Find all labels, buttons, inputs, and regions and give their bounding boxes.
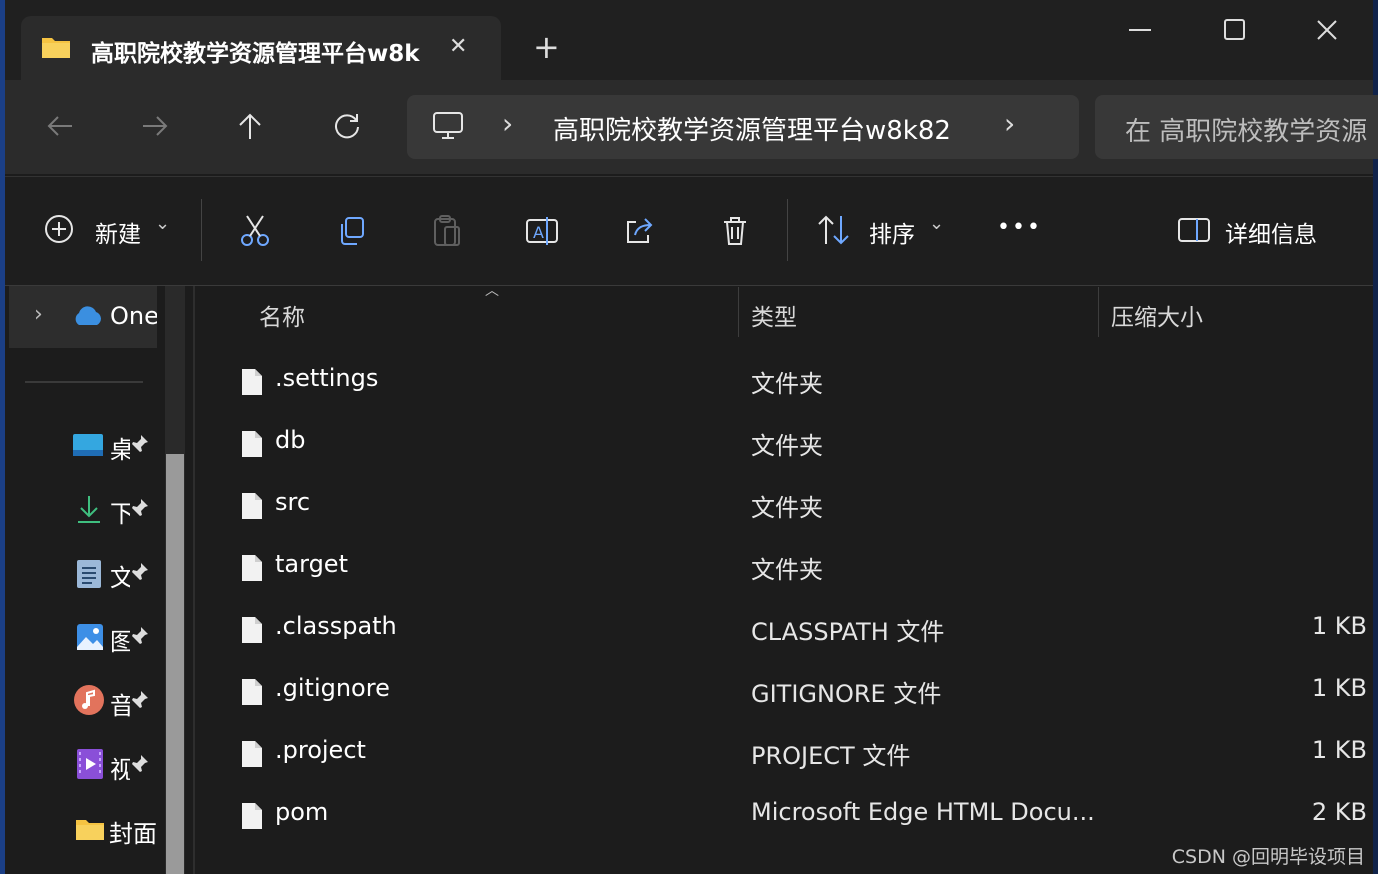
file-type: GITIGNORE 文件 [751, 680, 942, 708]
file-name: pom [275, 798, 329, 826]
tab-close-button[interactable]: ✕ [449, 34, 467, 59]
forward-arrow-icon[interactable] [135, 108, 175, 144]
more-options-button[interactable]: ••• [997, 215, 1042, 240]
file-type: 文件夹 [751, 494, 823, 522]
share-icon[interactable] [617, 211, 661, 251]
sort-indicator-icon: ︿ [485, 283, 499, 299]
file-name: src [275, 488, 311, 516]
breadcrumb-expand[interactable]: › [1004, 107, 1015, 140]
file-icon [241, 492, 263, 520]
details-pane-icon [1177, 215, 1211, 245]
column-header-size[interactable]: 压缩大小 [1111, 298, 1203, 332]
file-name: target [275, 550, 348, 578]
file-type: 文件夹 [751, 432, 823, 460]
column-header-name[interactable]: 名称 [259, 298, 305, 332]
table-row[interactable]: pom Microsoft Edge HTML Docu... 2 KB [5, 796, 1373, 840]
file-icon [241, 554, 263, 582]
up-arrow-icon[interactable] [230, 108, 270, 144]
table-row[interactable]: .classpath CLASSPATH 文件 1 KB [5, 610, 1373, 654]
file-name: .gitignore [275, 674, 390, 702]
breadcrumb-separator[interactable]: › [502, 107, 513, 140]
refresh-icon[interactable] [327, 108, 367, 144]
tab-current-folder[interactable]: 高职院校教学资源管理平台w8k ✕ [21, 16, 501, 80]
search-placeholder: 在 高职院校教学资源 [1125, 117, 1368, 147]
svg-text:A: A [533, 223, 544, 242]
navigation-bar: › 高职院校教学资源管理平台w8k82 › 在 高职院校教学资源 [5, 80, 1378, 174]
file-type: CLASSPATH 文件 [751, 618, 945, 646]
minimize-button[interactable] [1115, 10, 1165, 50]
file-name: .settings [275, 364, 379, 392]
table-row[interactable]: .settings 文件夹 [5, 362, 1373, 406]
table-row[interactable]: .gitignore GITIGNORE 文件 1 KB [5, 672, 1373, 716]
file-icon [241, 740, 263, 768]
file-name: .classpath [275, 612, 397, 640]
sort-button[interactable]: 排序 ⌄ [817, 209, 947, 253]
search-box[interactable]: 在 高职院校教学资源 [1095, 95, 1378, 159]
new-label: 新建 [95, 222, 141, 248]
folder-icon [41, 34, 71, 60]
watermark: CSDN @回明毕设项目 [1171, 846, 1365, 868]
file-size: 2 KB [1311, 798, 1367, 826]
back-arrow-icon[interactable] [40, 108, 80, 144]
file-type: 文件夹 [751, 370, 823, 398]
maximize-button[interactable] [1210, 10, 1260, 50]
table-row[interactable]: src 文件夹 [5, 486, 1373, 530]
details-label: 详细信息 [1225, 222, 1317, 248]
file-size: 1 KB [1311, 736, 1367, 764]
cut-icon[interactable] [233, 211, 277, 251]
toolbar-divider [201, 199, 202, 261]
plus-circle-icon [43, 213, 75, 245]
monitor-icon [431, 109, 465, 143]
file-name: db [275, 426, 306, 454]
new-tab-button[interactable]: + [533, 28, 560, 66]
table-row[interactable]: target 文件夹 [5, 548, 1373, 592]
chevron-down-icon: ⌄ [929, 213, 945, 234]
table-row[interactable]: db 文件夹 [5, 424, 1373, 468]
command-bar: 新建 ⌄ A 排序 ⌄ ••• 详细信息 [5, 176, 1373, 286]
new-button[interactable]: 新建 ⌄ [43, 209, 173, 253]
chevron-down-icon: ⌄ [155, 213, 171, 234]
column-separator[interactable] [1098, 287, 1099, 337]
file-icon [241, 616, 263, 644]
file-icon [241, 802, 263, 830]
file-icon [241, 430, 263, 458]
column-header-type[interactable]: 类型 [751, 298, 797, 332]
delete-icon[interactable] [713, 211, 757, 251]
table-row[interactable]: .project PROJECT 文件 1 KB [5, 734, 1373, 778]
copy-icon[interactable] [329, 211, 373, 251]
toolbar-divider [787, 199, 788, 261]
file-icon [241, 678, 263, 706]
file-explorer-window: 高职院校教学资源管理平台w8k ✕ + › 高职院校教学资源管理平台w8k82 … [5, 0, 1378, 874]
file-size: 1 KB [1311, 674, 1367, 702]
breadcrumb-folder[interactable]: 高职院校教学资源管理平台w8k82 [553, 110, 951, 147]
close-window-button[interactable] [1302, 10, 1352, 50]
details-pane-button[interactable]: 详细信息 [1177, 209, 1337, 253]
file-size: 1 KB [1311, 612, 1367, 640]
title-bar: 高职院校教学资源管理平台w8k ✕ + [5, 0, 1373, 80]
file-type: PROJECT 文件 [751, 742, 911, 770]
paste-icon[interactable] [425, 211, 469, 251]
sort-icon [817, 213, 851, 247]
tab-title: 高职院校教学资源管理平台w8k [91, 41, 420, 67]
file-icon [241, 368, 263, 396]
sort-label: 排序 [869, 222, 915, 248]
file-name: .project [275, 736, 366, 764]
file-type: 文件夹 [751, 556, 823, 584]
address-bar[interactable]: › 高职院校教学资源管理平台w8k82 › [407, 95, 1079, 159]
column-separator[interactable] [738, 287, 739, 337]
file-type: Microsoft Edge HTML Docu... [751, 798, 1095, 826]
rename-icon[interactable]: A [521, 211, 565, 251]
